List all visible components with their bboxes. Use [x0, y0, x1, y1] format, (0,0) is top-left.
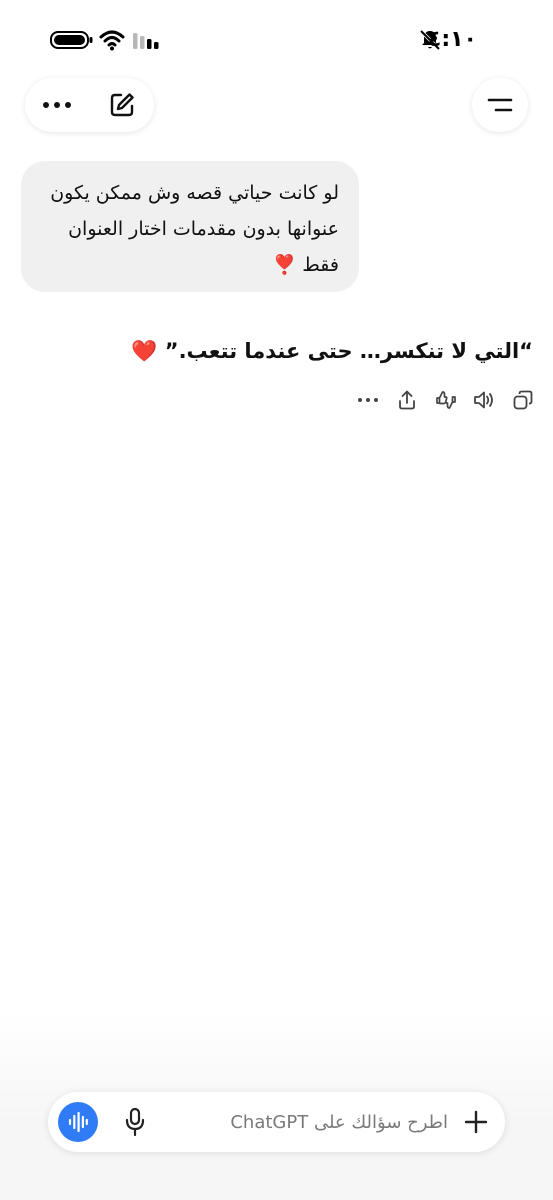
status-bar: ٤:١٠	[0, 0, 553, 80]
battery-icon	[50, 31, 93, 49]
more-icon	[358, 398, 378, 402]
thumbs-feedback-icon	[436, 391, 456, 409]
new-chat-icon	[110, 93, 134, 117]
menu-icon	[487, 98, 513, 112]
cellular-signal-icon	[133, 33, 159, 49]
copy-icon	[513, 390, 533, 410]
assistant-message: “التي لا تنكسر… حتى عندما تتعب.” ❤️	[113, 333, 533, 369]
message-more-button[interactable]	[354, 386, 382, 414]
add-attachment-button[interactable]	[458, 1104, 494, 1140]
user-message-bubble: لو كانت حياتي قصه وش ممكن يكون عنوانها ب…	[21, 161, 359, 292]
voice-mode-button[interactable]	[58, 1102, 98, 1142]
dictation-button[interactable]	[118, 1104, 152, 1140]
more-icon	[43, 102, 71, 108]
new-chat-button[interactable]	[90, 78, 154, 132]
message-input[interactable]	[198, 1106, 448, 1138]
more-options-button[interactable]	[25, 78, 89, 132]
header-actions-pill	[25, 78, 154, 132]
heart-emoji: ❤️	[131, 339, 158, 363]
waveform-icon	[68, 1111, 88, 1133]
copy-button[interactable]	[509, 386, 537, 414]
feedback-button[interactable]	[432, 386, 460, 414]
speaker-icon	[474, 391, 493, 409]
microphone-icon	[125, 1107, 145, 1137]
status-time: ٤:١٠	[427, 27, 477, 52]
wifi-icon	[99, 30, 125, 51]
read-aloud-button[interactable]	[470, 386, 498, 414]
menu-button[interactable]	[472, 78, 528, 132]
composer	[48, 1092, 505, 1152]
message-actions	[352, 386, 537, 414]
share-icon	[399, 390, 415, 410]
plus-icon	[464, 1110, 488, 1134]
assistant-message-text: “التي لا تنكسر… حتى عندما تتعب.”	[164, 339, 533, 363]
share-button[interactable]	[393, 386, 421, 414]
